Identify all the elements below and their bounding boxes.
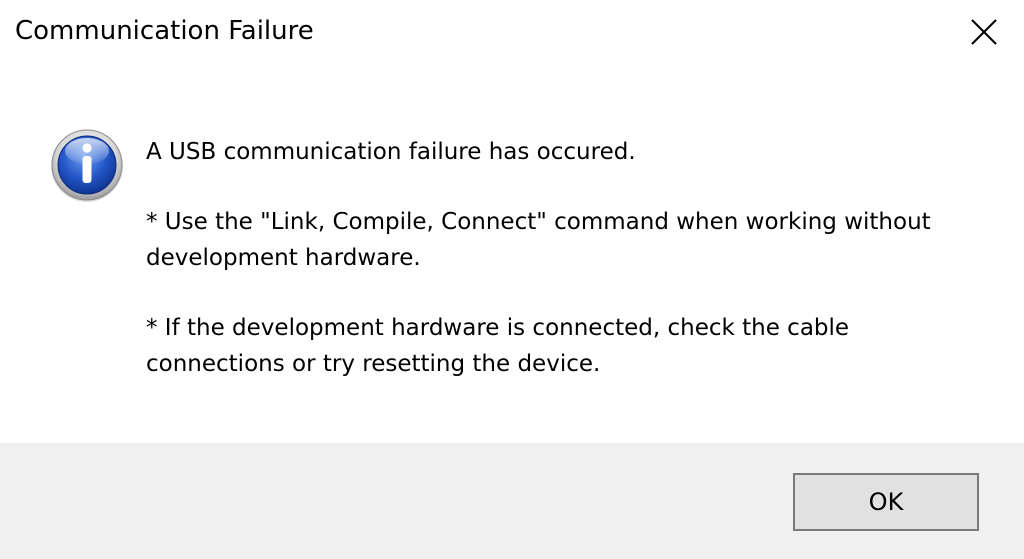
message-line-1: A USB communication failure has occured. bbox=[146, 139, 636, 165]
message-hint-1-line-2: development hardware. bbox=[146, 245, 421, 271]
dialog-title: Communication Failure bbox=[15, 16, 314, 46]
close-icon bbox=[971, 19, 997, 45]
message-hint-2-line-1: * If the development hardware is connect… bbox=[146, 315, 850, 341]
message-hint-2-line-2: connections or try resetting the device. bbox=[146, 351, 601, 377]
dialog-content: A USB communication failure has occured.… bbox=[0, 64, 1024, 443]
close-button[interactable] bbox=[958, 8, 1010, 56]
information-icon bbox=[49, 127, 125, 203]
button-bar: OK bbox=[0, 443, 1024, 559]
communication-failure-dialog: Communication Failure A USB communicatio… bbox=[0, 0, 1024, 559]
ok-button[interactable]: OK bbox=[793, 473, 979, 531]
message-text: A USB communication failure has occured.… bbox=[146, 134, 996, 382]
title-bar: Communication Failure bbox=[0, 0, 1024, 64]
message-hint-1-line-1: * Use the "Link, Compile, Connect" comma… bbox=[146, 209, 931, 235]
